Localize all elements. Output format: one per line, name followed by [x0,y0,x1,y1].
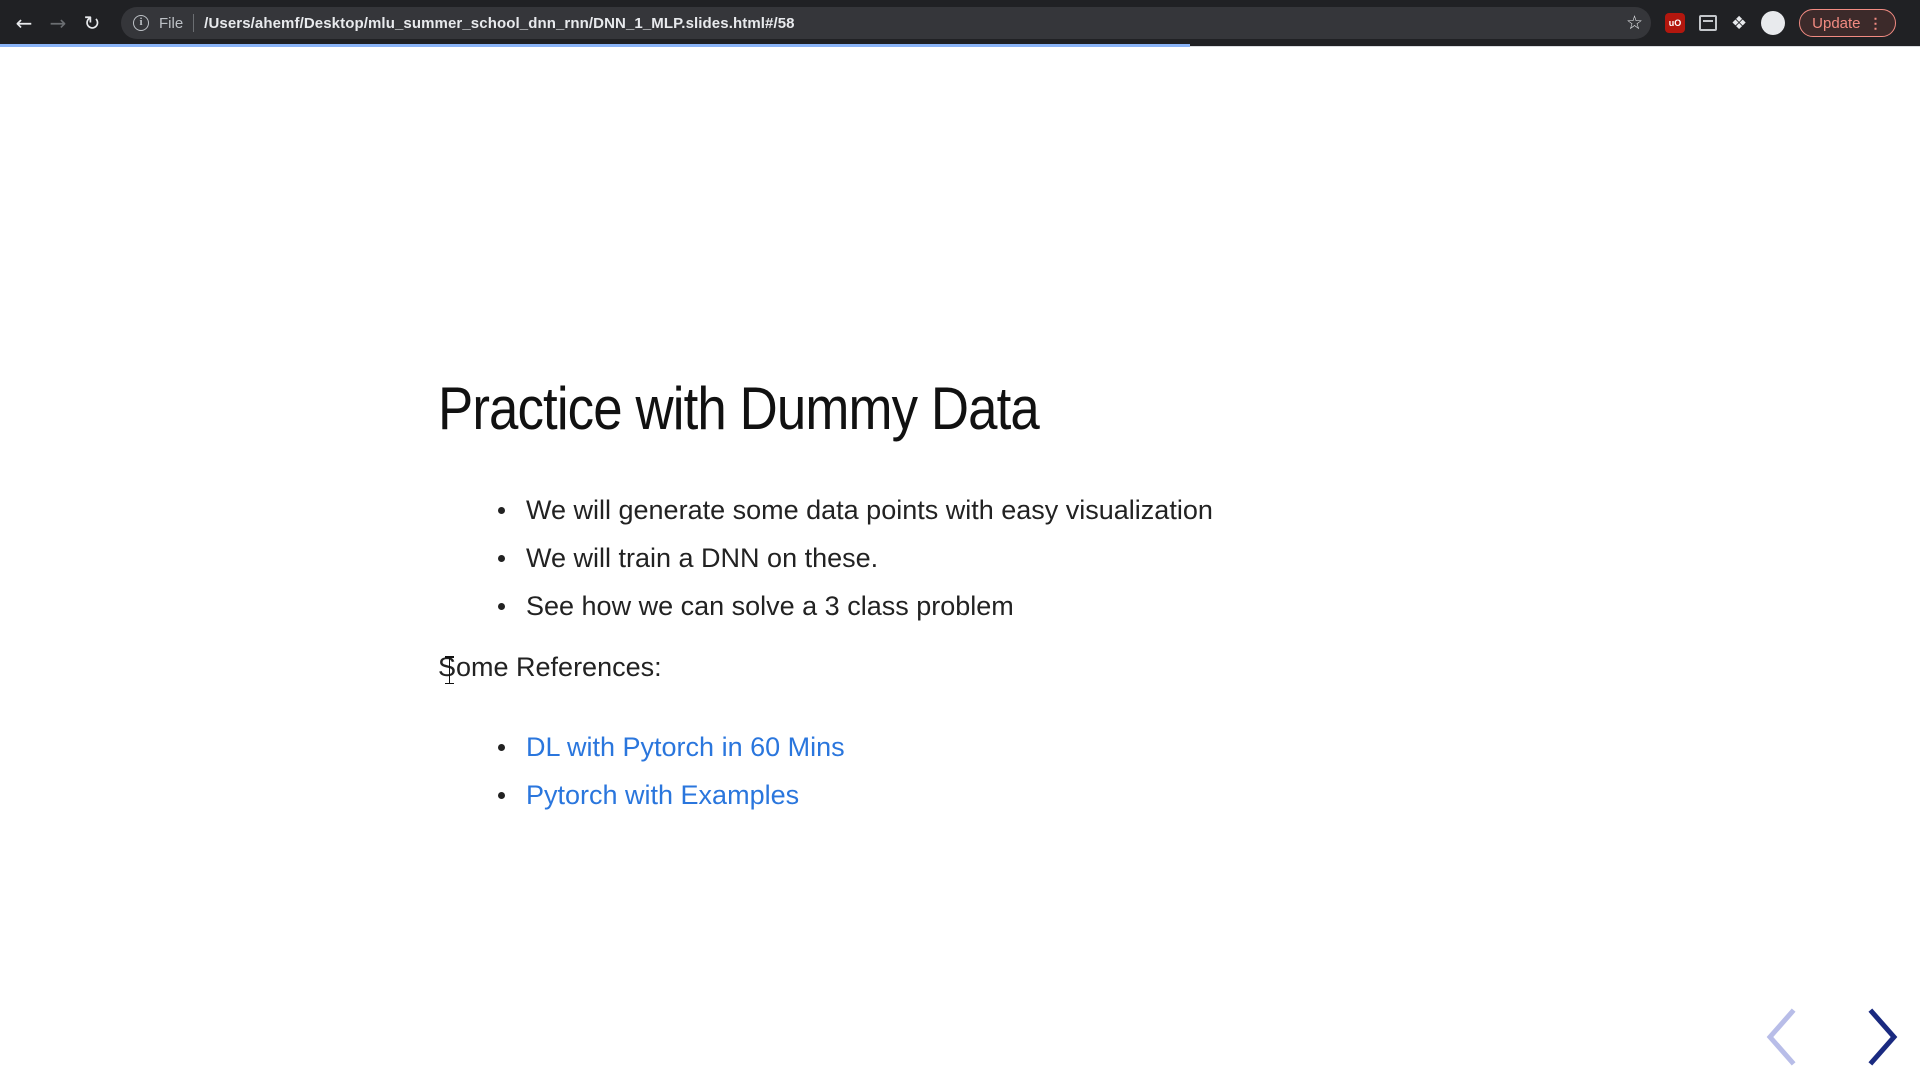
forward-button[interactable]: → [41,6,75,40]
list-item: DL with Pytorch in 60 Mins [438,723,845,771]
references-heading: Some References: [438,652,662,682]
extension-icon[interactable] [1699,15,1717,31]
browser-toolbar: ← → ↻ i File /Users/ahemf/Desktop/mlu_su… [0,0,1920,46]
extensions-area: uO ❖ Update ⋮ [1665,9,1896,37]
bullet-list: We will generate some data points with e… [438,486,1213,630]
list-item: We will generate some data points with e… [438,486,1213,534]
reference-link-pytorch-60-mins[interactable]: DL with Pytorch in 60 Mins [526,732,845,762]
text-cursor-icon [445,656,457,684]
star-icon[interactable]: ☆ [1626,12,1643,34]
arrow-left-icon: ← [15,11,33,35]
avatar[interactable] [1761,11,1786,35]
previous-slide-button[interactable] [1762,1006,1802,1068]
scheme-label: File [159,14,184,32]
omnibox-divider [193,14,195,32]
more-icon: ⋮ [1868,14,1883,31]
url-text[interactable]: /Users/ahemf/Desktop/mlu_summer_school_d… [204,15,794,32]
puzzle-icon[interactable]: ❖ [1731,13,1747,34]
slide-title: Practice with Dummy Data [438,375,1040,442]
list-item: Pytorch with Examples [438,771,845,819]
update-button[interactable]: Update ⋮ [1799,9,1896,37]
chevron-right-icon [1868,1008,1898,1066]
info-icon[interactable]: i [133,15,149,31]
reference-link-pytorch-examples[interactable]: Pytorch with Examples [526,780,799,810]
chevron-left-icon [1766,1008,1796,1066]
reference-list: DL with Pytorch in 60 Mins Pytorch with … [438,723,845,819]
back-button[interactable]: ← [7,6,41,40]
update-label: Update [1812,14,1861,32]
reload-button[interactable]: ↻ [75,6,109,40]
reload-icon: ↻ [83,11,101,35]
arrow-right-icon: → [49,11,67,35]
list-item: See how we can solve a 3 class problem [438,582,1213,630]
next-slide-button[interactable] [1862,1006,1902,1068]
ublock-extension-icon[interactable]: uO [1665,13,1685,33]
list-item: We will train a DNN on these. [438,534,1213,582]
address-bar[interactable]: i File /Users/ahemf/Desktop/mlu_summer_s… [121,7,1651,39]
page-load-progress [0,44,1191,47]
